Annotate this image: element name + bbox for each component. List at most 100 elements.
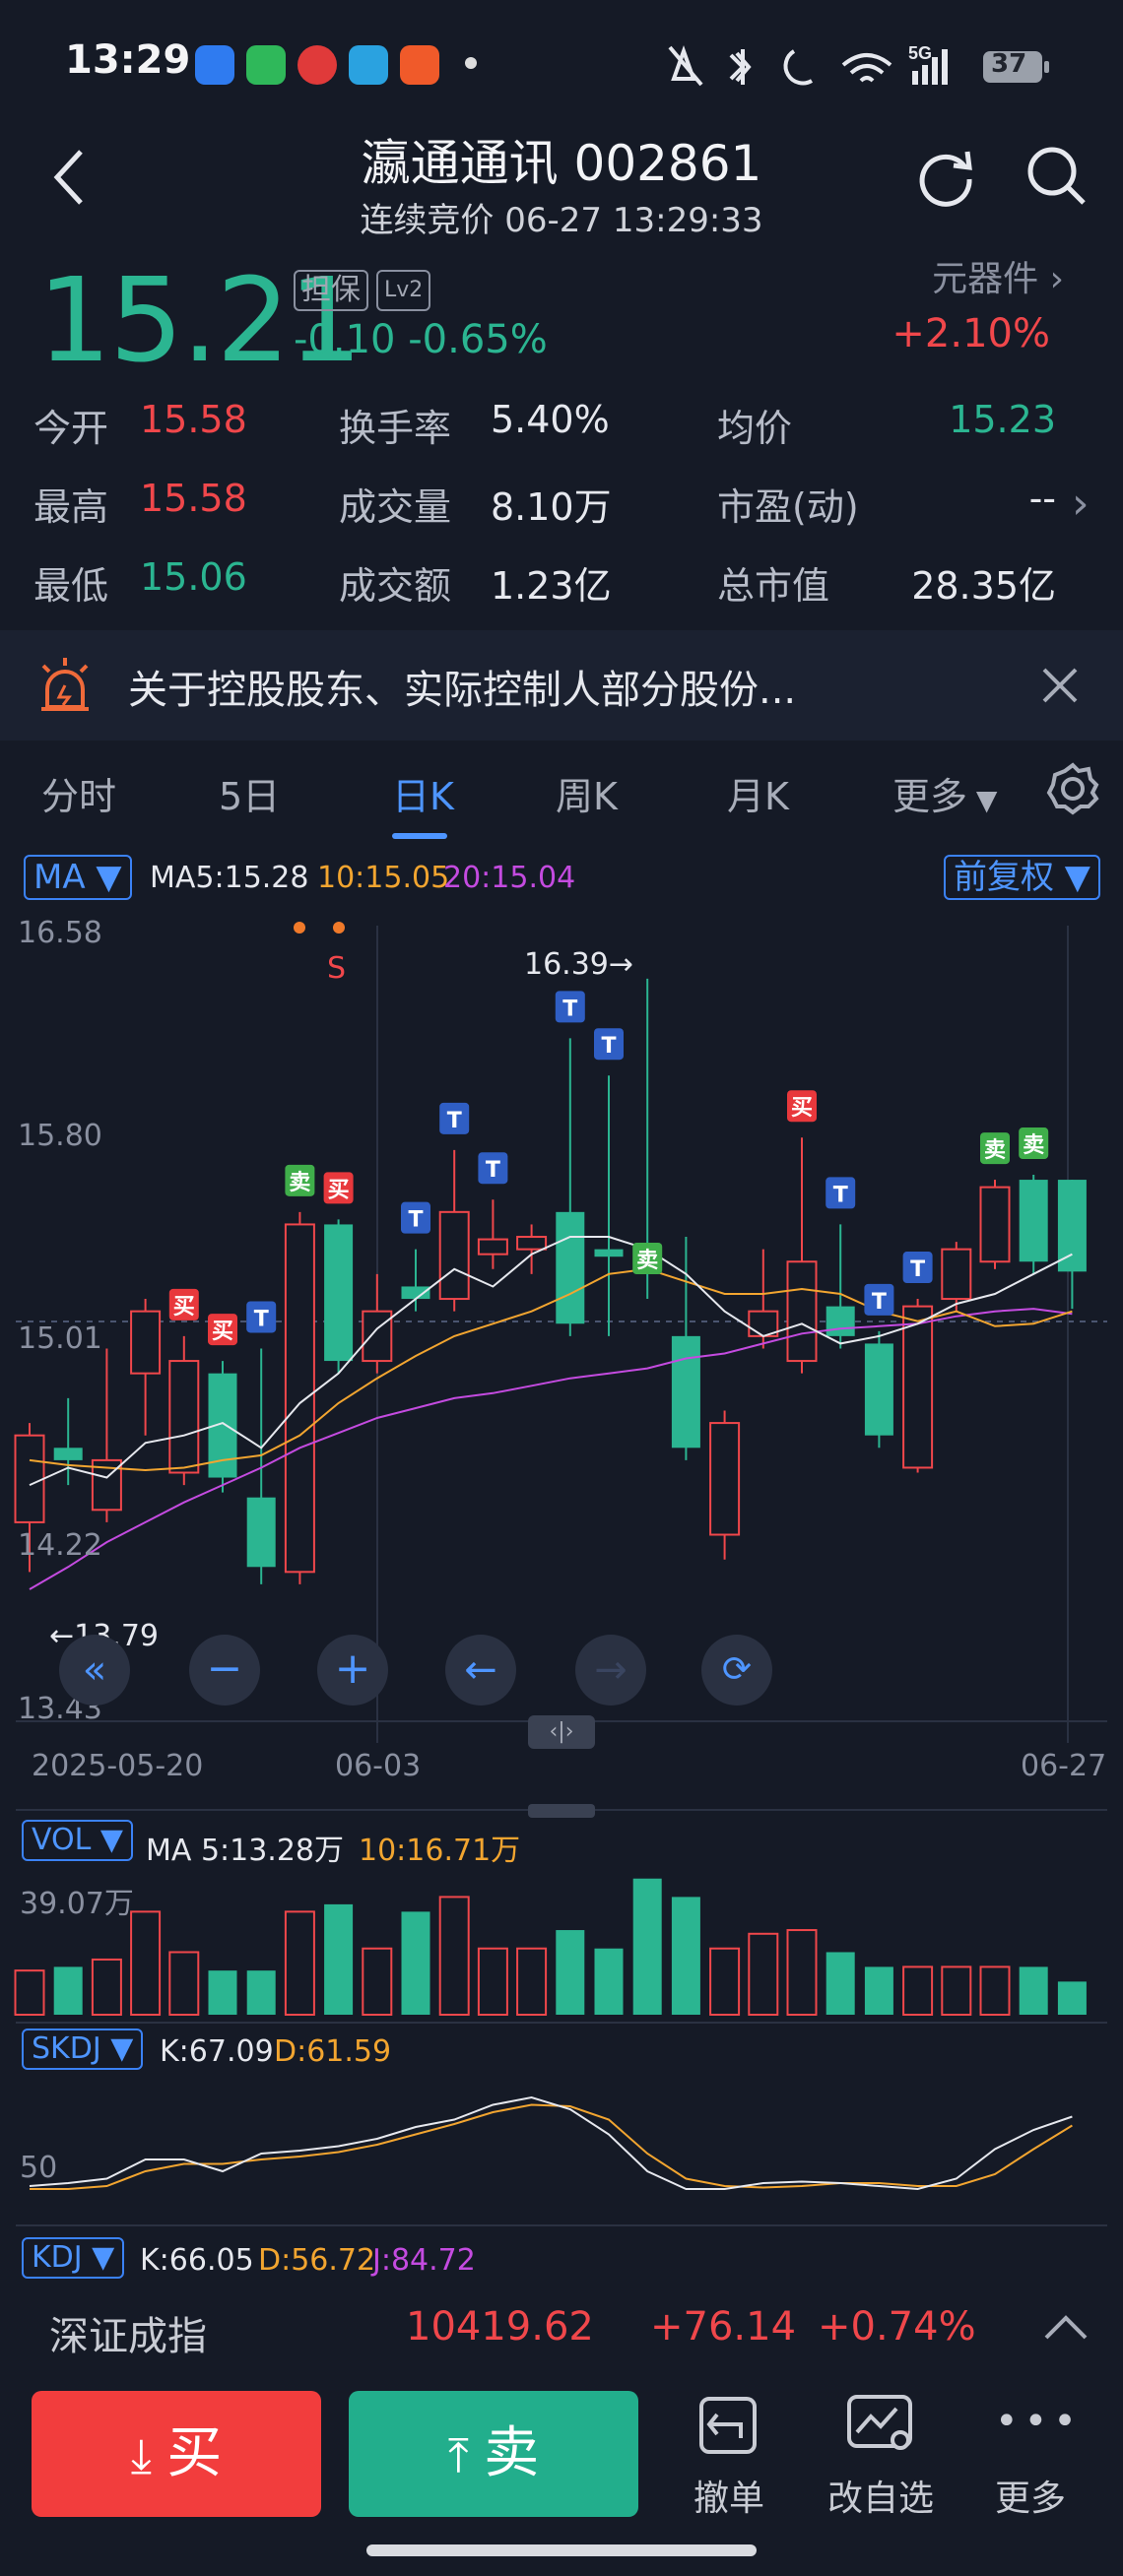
trade-signal-text: 买 [212, 1320, 233, 1344]
volume-bar [979, 1965, 1011, 2017]
volume-bar [556, 1930, 585, 2015]
adjust-selector[interactable]: 前复权 ▼ [944, 855, 1100, 900]
kdj-j-label: J:84.72 [372, 2243, 476, 2278]
skdj-y-axis-label: 50 [20, 2151, 58, 2185]
close-icon[interactable] [1040, 666, 1080, 705]
ma-selector[interactable]: MA ▼ [24, 855, 132, 900]
volume-bar [902, 1965, 934, 2017]
refresh-icon[interactable] [914, 146, 977, 209]
alarm-icon [41, 658, 89, 711]
chevron-up-icon[interactable] [1042, 2312, 1090, 2342]
network-label: 5G [908, 43, 932, 63]
market-index-bar[interactable]: 深证成指 10419.62 +76.14 +0.74% [0, 2283, 1123, 2371]
pan-right-button[interactable]: → [575, 1635, 646, 1706]
quote-label: 最高 [33, 485, 109, 529]
volume-bar [941, 1965, 972, 2017]
volume-bar [53, 1966, 83, 2015]
price-change: -0.10 -0.65% [294, 317, 548, 362]
watchlist-edit-icon [847, 2395, 912, 2450]
zoom-out-button[interactable]: − [189, 1635, 260, 1706]
announcement-banner[interactable]: 关于控股股东、实际控制人部分股份... [0, 630, 1123, 741]
y-axis-label: 16.58 [18, 916, 102, 950]
tab-daily-k[interactable]: 日K [392, 766, 454, 820]
index-name: 深证成指 [49, 2314, 207, 2359]
candle-body [477, 1238, 508, 1256]
search-icon[interactable] [1024, 144, 1090, 209]
trade-signal-text: T [408, 1208, 423, 1233]
tab-intraday[interactable]: 分时 [41, 766, 116, 820]
volume-bar [91, 1958, 122, 2017]
index-value: 10419.62 [406, 2304, 594, 2350]
cancel-order-button[interactable]: 撤单 [670, 2470, 788, 2521]
trade-signal-text: 卖 [636, 1248, 658, 1273]
quote-label: 均价 [717, 407, 793, 450]
kdj-k-label: K:66.05 [140, 2243, 254, 2278]
download-arrow-icon: ⤓ [130, 2428, 167, 2483]
candle-body [864, 1343, 893, 1436]
chart-drag-handle[interactable]: ‹|› [528, 1715, 595, 1749]
trade-signal-text: T [601, 1034, 616, 1059]
kdj-selector[interactable]: KDJ ▼ [22, 2237, 125, 2279]
volume-bar [477, 1947, 508, 2016]
volume-bar [246, 1970, 276, 2015]
industry-name: 元器件 [932, 259, 1039, 299]
volume-bar [709, 1947, 741, 2016]
zoom-out-max-button[interactable]: « [59, 1635, 130, 1706]
home-indicator[interactable] [366, 2544, 757, 2556]
quote-value: 15.58 [140, 477, 247, 520]
trade-signal-text: T [872, 1290, 887, 1315]
tab-weekly-k[interactable]: 周K [556, 766, 618, 820]
candle-body [284, 1223, 315, 1574]
skdj-k-line [29, 2095, 1073, 2191]
tab-5day[interactable]: 5日 [219, 766, 280, 820]
vol-selector[interactable]: VOL ▼ [22, 1820, 133, 1861]
kdj-d-label: D:56.72 [258, 2243, 376, 2278]
quote-value: 28.35亿 [911, 564, 1056, 608]
candle-body [14, 1434, 45, 1523]
candle-body [246, 1497, 276, 1568]
tab-monthly-k[interactable]: 月K [727, 766, 789, 820]
ma20-label: 20:15.04 [443, 861, 576, 895]
trade-signal-text: T [910, 1257, 925, 1282]
volume-bar [208, 1970, 237, 2015]
trade-signal-text: 卖 [1023, 1132, 1044, 1158]
volume-bar [671, 1897, 700, 2015]
buy-label: 买 [166, 2421, 223, 2485]
volume-bar [401, 1911, 430, 2015]
rotate-screen-button[interactable]: ⟳ [701, 1635, 772, 1706]
trade-signal-text: T [833, 1183, 848, 1207]
volume-bar [516, 1947, 548, 2016]
quote-value: 15.06 [140, 555, 247, 599]
telegram-icon [349, 45, 388, 85]
quote-label: 成交额 [339, 564, 452, 608]
volume-bar [284, 1910, 315, 2017]
candle-body [53, 1448, 83, 1460]
trade-signal-text: T [562, 997, 577, 1021]
settings-gear-icon[interactable] [1046, 762, 1099, 815]
trade-signal-text: 买 [328, 1178, 350, 1202]
quote-label: 市盈(动) [717, 485, 859, 529]
chevron-right-icon[interactable]: › [1072, 479, 1090, 529]
index-percent: +0.74% [818, 2304, 976, 2350]
volume-bar [362, 1947, 393, 2016]
pan-left-button[interactable]: ← [445, 1635, 516, 1706]
industry-link[interactable]: 元器件 › [932, 250, 1064, 301]
skdj-selector-label: SKDJ [32, 2031, 101, 2066]
ma-selector-label: MA [33, 858, 86, 897]
x-axis-date: 06-27 [1021, 1749, 1107, 1783]
volume-bar [14, 1969, 45, 2017]
buy-button[interactable]: ⤓ 买 [32, 2391, 321, 2517]
more-button[interactable]: 更多 [971, 2470, 1090, 2521]
candle-body [709, 1422, 741, 1536]
panel-resize-handle[interactable] [528, 1804, 595, 1818]
level2-tag: Lv2 [376, 270, 431, 311]
skdj-selector[interactable]: SKDJ ▼ [22, 2029, 144, 2070]
x-axis-date: 2025-05-20 [32, 1749, 204, 1783]
vol-y-axis-label: 39.07万 [20, 1887, 134, 1921]
signal-s-label: S [327, 951, 347, 986]
sell-button[interactable]: ⤒ 卖 [349, 2391, 638, 2517]
edit-watchlist-button[interactable]: 改自选 [822, 2470, 940, 2521]
tab-more-label: 更多 [892, 775, 968, 818]
tab-more[interactable]: 更多 ▼ [892, 766, 997, 820]
zoom-in-button[interactable]: + [317, 1635, 388, 1706]
